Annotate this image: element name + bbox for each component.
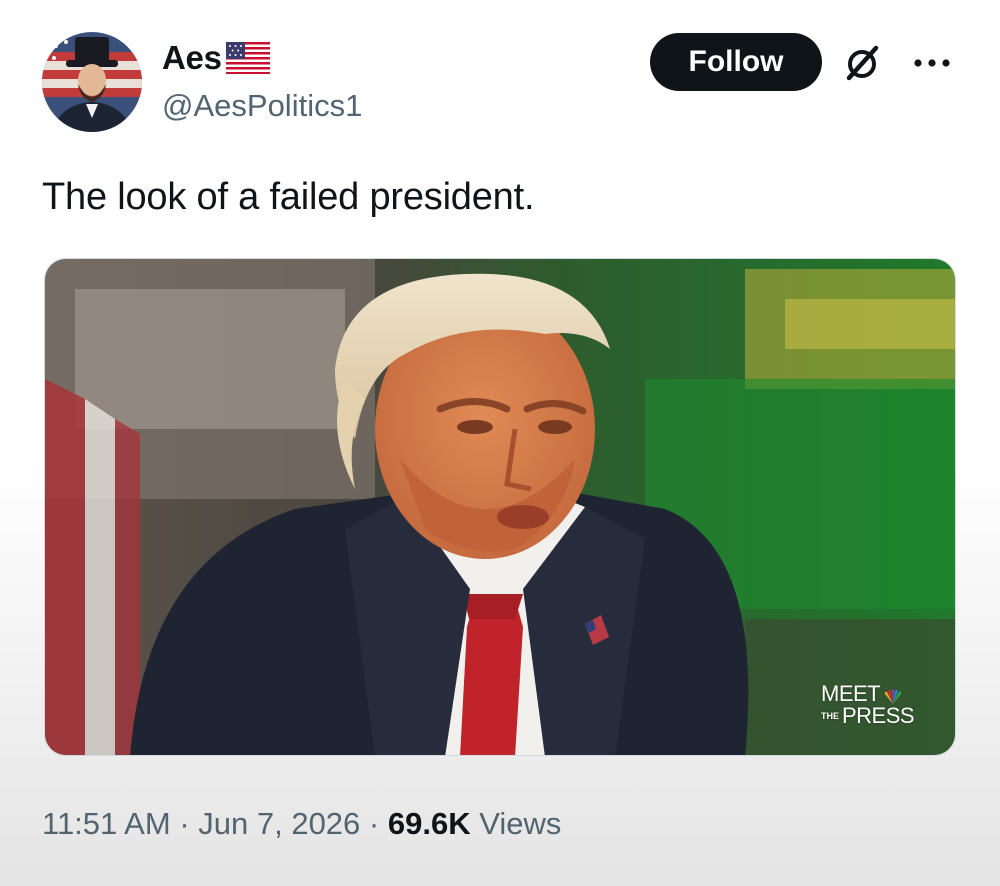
author-display-name[interactable]: Aes xyxy=(162,38,222,78)
views-label: Views xyxy=(479,806,562,841)
tweet-text: The look of a failed president. xyxy=(42,176,535,218)
author-handle[interactable]: @AesPolitics1 xyxy=(162,86,362,126)
meet-the-press-watermark: MEET THE PRESS xyxy=(821,683,941,727)
watermark-press: PRESS xyxy=(842,703,915,728)
more-icon[interactable] xyxy=(910,48,954,78)
author-name-row[interactable]: Aes xyxy=(162,38,270,78)
tweet-time[interactable]: 11:51 AM xyxy=(42,806,171,841)
meta-separator: · xyxy=(179,806,190,841)
follow-button[interactable]: Follow xyxy=(650,33,822,91)
views-count[interactable]: 69.6K xyxy=(388,806,471,841)
tweet-meta: 11:51 AM · Jun 7, 2026 · 69.6K Views xyxy=(42,802,561,846)
watermark-meet: MEET xyxy=(821,681,881,706)
tweet-media-image[interactable]: MEET THE PRESS xyxy=(44,258,956,756)
watermark-the: THE xyxy=(821,711,839,721)
meta-separator: · xyxy=(368,806,380,841)
avatar-image xyxy=(42,32,142,132)
tweet-date[interactable]: Jun 7, 2026 xyxy=(198,806,360,841)
grok-icon[interactable] xyxy=(842,43,882,83)
media-photo xyxy=(45,259,955,755)
us-flag-icon xyxy=(225,42,270,74)
avatar[interactable] xyxy=(42,32,142,132)
